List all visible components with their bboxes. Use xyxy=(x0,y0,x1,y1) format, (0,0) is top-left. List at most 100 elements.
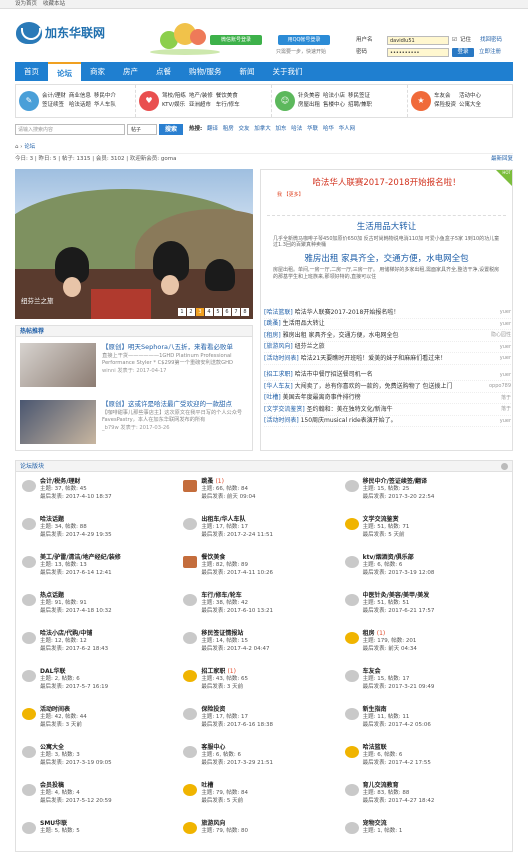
board-last-post[interactable]: 最后发表: 2017-3-19 09:05 xyxy=(40,760,112,767)
board-last-post[interactable]: 最后发表: 2017-6-21 17:57 xyxy=(363,608,435,615)
board-name[interactable]: 旅游风向 xyxy=(201,820,248,828)
headline-more[interactable]: 我 【更多】 xyxy=(261,189,512,202)
hot-post-title[interactable]: 【原创】这或许是哈法最广受欢迎的一款甜点 xyxy=(102,400,248,408)
news-user[interactable]: yuer xyxy=(500,344,511,350)
board-name[interactable]: 新生指南 xyxy=(363,706,431,714)
hot-search-link[interactable]: 翻译 xyxy=(207,126,218,132)
quick-link[interactable]: 招聘/兼职 xyxy=(348,102,372,109)
news-category[interactable]: [跳蚤] xyxy=(264,320,281,327)
board-title[interactable]: 哈法篮联 xyxy=(363,744,387,751)
quick-link[interactable]: 车行/修车 xyxy=(216,102,240,109)
board-last-post[interactable]: 最后发表: 2017-4-11 10:26 xyxy=(201,570,273,577)
news-user[interactable]: yuer xyxy=(500,418,511,424)
board-title[interactable]: 餐饮美食 xyxy=(201,554,225,561)
board-last-post[interactable]: 最后发表: 2017-6-2 18:43 xyxy=(40,646,108,653)
board-name[interactable]: 吐槽 xyxy=(201,782,248,790)
board-cell[interactable]: 招工家职 (1) 主题: 43, 帖数: 65 最后发表: 3 天前 xyxy=(183,668,344,700)
hot-search-link[interactable]: 哈华 xyxy=(323,126,334,132)
news-row[interactable]: [租房] 雅房出租 家具齐全，交通方便，水电网全包 隐心园性 xyxy=(264,330,511,342)
quick-link[interactable]: 房屋出租 xyxy=(298,102,320,109)
board-title[interactable]: 育儿交流教育 xyxy=(363,782,399,789)
news-user[interactable]: yuer xyxy=(500,309,511,315)
board-title[interactable]: ktv/烟酒资/俱乐部 xyxy=(363,554,414,561)
nav-food-order[interactable]: 点餐 xyxy=(147,62,180,81)
search-button[interactable]: 搜索 xyxy=(159,123,183,135)
news-row[interactable]: [活动时间表] 150周庆musical ride表演开始了。 yuer xyxy=(264,416,511,427)
quick-link[interactable]: KTV/娱乐 xyxy=(162,102,186,109)
register-link[interactable]: 立即注册 xyxy=(479,49,501,56)
news-title[interactable]: 哈法21天要瞧时开班啦！爱美的妹子和麻麻们看过来！ xyxy=(301,355,447,362)
hot-search-link[interactable]: 交友 xyxy=(238,126,249,132)
board-name[interactable]: 宠物交流 xyxy=(363,820,403,828)
quick-link[interactable]: 会计/理财 xyxy=(42,93,66,100)
home-icon[interactable]: ⌂ xyxy=(15,144,19,150)
board-last-post[interactable]: 最后发表: 2017-5-7 16:19 xyxy=(40,684,108,691)
board-cell[interactable]: 车行/修车/轮车 主题: 38, 帖数: 42 最后发表: 2017-6-10 1… xyxy=(183,592,344,624)
quick-link[interactable]: 移民签证 xyxy=(348,93,372,100)
news-user[interactable]: 隐心园性 xyxy=(491,332,511,338)
login-button[interactable]: 登录 xyxy=(452,47,474,57)
nav-housing[interactable]: 房产 xyxy=(114,62,147,81)
story-title[interactable]: 生活用品大转让 xyxy=(261,222,512,233)
latest-replies-link[interactable]: 最新回复 xyxy=(491,156,513,163)
quick-link[interactable]: 餐饮美食 xyxy=(216,93,240,100)
board-cell[interactable]: 中医针灸/美容/美甲/美发 主题: 51, 帖数: 51 最后发表: 2017-6… xyxy=(344,592,506,624)
slide-page[interactable]: 2 xyxy=(187,308,195,316)
board-last-post[interactable]: 最后发表: 2017-6-10 13:21 xyxy=(201,608,273,615)
board-name[interactable]: 公寓大全 xyxy=(40,744,112,752)
quick-link[interactable]: 活动中心 xyxy=(459,93,481,100)
board-title[interactable]: 美工/驴雷/清洁/地产经纪/装修 xyxy=(40,554,121,561)
news-title[interactable]: 圣约翰和：美在独特文化/新海牛 xyxy=(307,406,393,413)
board-last-post[interactable]: 最后发表: 前天 09:04 xyxy=(201,494,255,501)
board-cell[interactable]: 客服中心 主题: 6, 帖数: 6 最后发表: 2017-3-29 21:51 xyxy=(183,744,344,776)
board-title[interactable]: 热点话题 xyxy=(40,592,64,599)
board-title[interactable]: 会计/税务/理财 xyxy=(40,478,80,485)
board-name[interactable]: 活动时间表 xyxy=(40,706,87,714)
board-title[interactable]: 吐槽 xyxy=(201,782,213,789)
board-title[interactable]: 出租车/华人车队 xyxy=(201,516,245,523)
news-user[interactable]: yuer xyxy=(500,372,511,378)
board-title[interactable]: 文学交流鉴赏 xyxy=(363,516,399,523)
news-category[interactable]: [活动时间表] xyxy=(264,417,299,424)
board-title[interactable]: 租房 xyxy=(363,630,375,637)
board-last-post[interactable]: 最后发表: 2017-4-2 04:47 xyxy=(201,646,269,653)
collapse-icon[interactable] xyxy=(501,463,508,470)
remember-checkbox[interactable]: ☑ xyxy=(452,37,457,44)
quick-link[interactable]: 保险投资 xyxy=(434,102,456,109)
quick-link[interactable]: 哈法话题 xyxy=(69,102,91,109)
board-name[interactable]: 热点话题 xyxy=(40,592,112,600)
board-name[interactable]: 招工家职 (1) xyxy=(201,668,248,676)
news-category[interactable]: [活动时间表] xyxy=(264,355,299,362)
slide-page[interactable]: 7 xyxy=(232,308,240,316)
quick-link[interactable]: 华人车队 xyxy=(94,102,116,109)
board-cell[interactable]: 美工/驴雷/清洁/地产经纪/装修 主题: 13, 帖数: 13 最后发表: 201… xyxy=(22,554,183,586)
board-cell[interactable]: 移民中介/签证续签/翻译 主题: 15, 帖数: 25 最后发表: 2017-3-… xyxy=(344,478,506,510)
board-name[interactable]: 文学交流鉴赏 xyxy=(363,516,410,524)
nav-forum[interactable]: 论坛 xyxy=(48,62,81,81)
news-title[interactable]: 生活用品大转让 xyxy=(283,320,325,327)
board-name[interactable]: 移民中介/签证续签/翻译 xyxy=(363,478,435,486)
news-user[interactable]: yuer xyxy=(500,321,511,327)
board-name[interactable]: 会计/税务/理财 xyxy=(40,478,112,486)
board-title[interactable]: 新生指南 xyxy=(363,706,387,713)
qq-login-button[interactable]: 用QQ帐号登录 xyxy=(278,35,330,45)
quick-link[interactable]: 针灸美容 xyxy=(298,93,320,100)
board-cell[interactable]: SMU华联 主题: 5, 帖数: 5 xyxy=(22,820,183,852)
board-cell[interactable]: 餐饮美食 主题: 82, 帖数: 89 最后发表: 2017-4-11 10:26 xyxy=(183,554,344,586)
board-name[interactable]: 车行/修车/轮车 xyxy=(201,592,273,600)
search-input[interactable]: 请输入搜索内容 xyxy=(15,123,125,135)
hot-search-link[interactable]: 租房 xyxy=(223,126,234,132)
board-last-post[interactable]: 最后发表: 2017-4-2 17:55 xyxy=(363,760,431,767)
nav-about[interactable]: 关于我们 xyxy=(264,62,312,81)
news-title[interactable]: 150周庆musical ride表演开始了。 xyxy=(301,417,397,424)
quick-link[interactable]: 哈法小店 xyxy=(323,93,345,100)
board-name[interactable]: 美工/驴雷/清洁/地产经纪/装修 xyxy=(40,554,121,562)
board-cell[interactable]: 新生指南 主题: 11, 帖数: 11 最后发表: 2017-4-2 05:06 xyxy=(344,706,506,738)
hot-search-link[interactable]: 华联 xyxy=(307,126,318,132)
board-title[interactable]: 跳蚤 xyxy=(201,478,213,485)
quick-link[interactable]: 驾校/陪练 xyxy=(162,93,186,100)
forgot-password-link[interactable]: 找回密码 xyxy=(480,37,502,44)
slide-page[interactable]: 1 xyxy=(178,308,186,316)
board-cell[interactable]: 出租车/华人车队 主题: 17, 帖数: 17 最后发表: 2017-2-24 1… xyxy=(183,516,344,548)
board-name[interactable]: 保险投资 xyxy=(201,706,273,714)
